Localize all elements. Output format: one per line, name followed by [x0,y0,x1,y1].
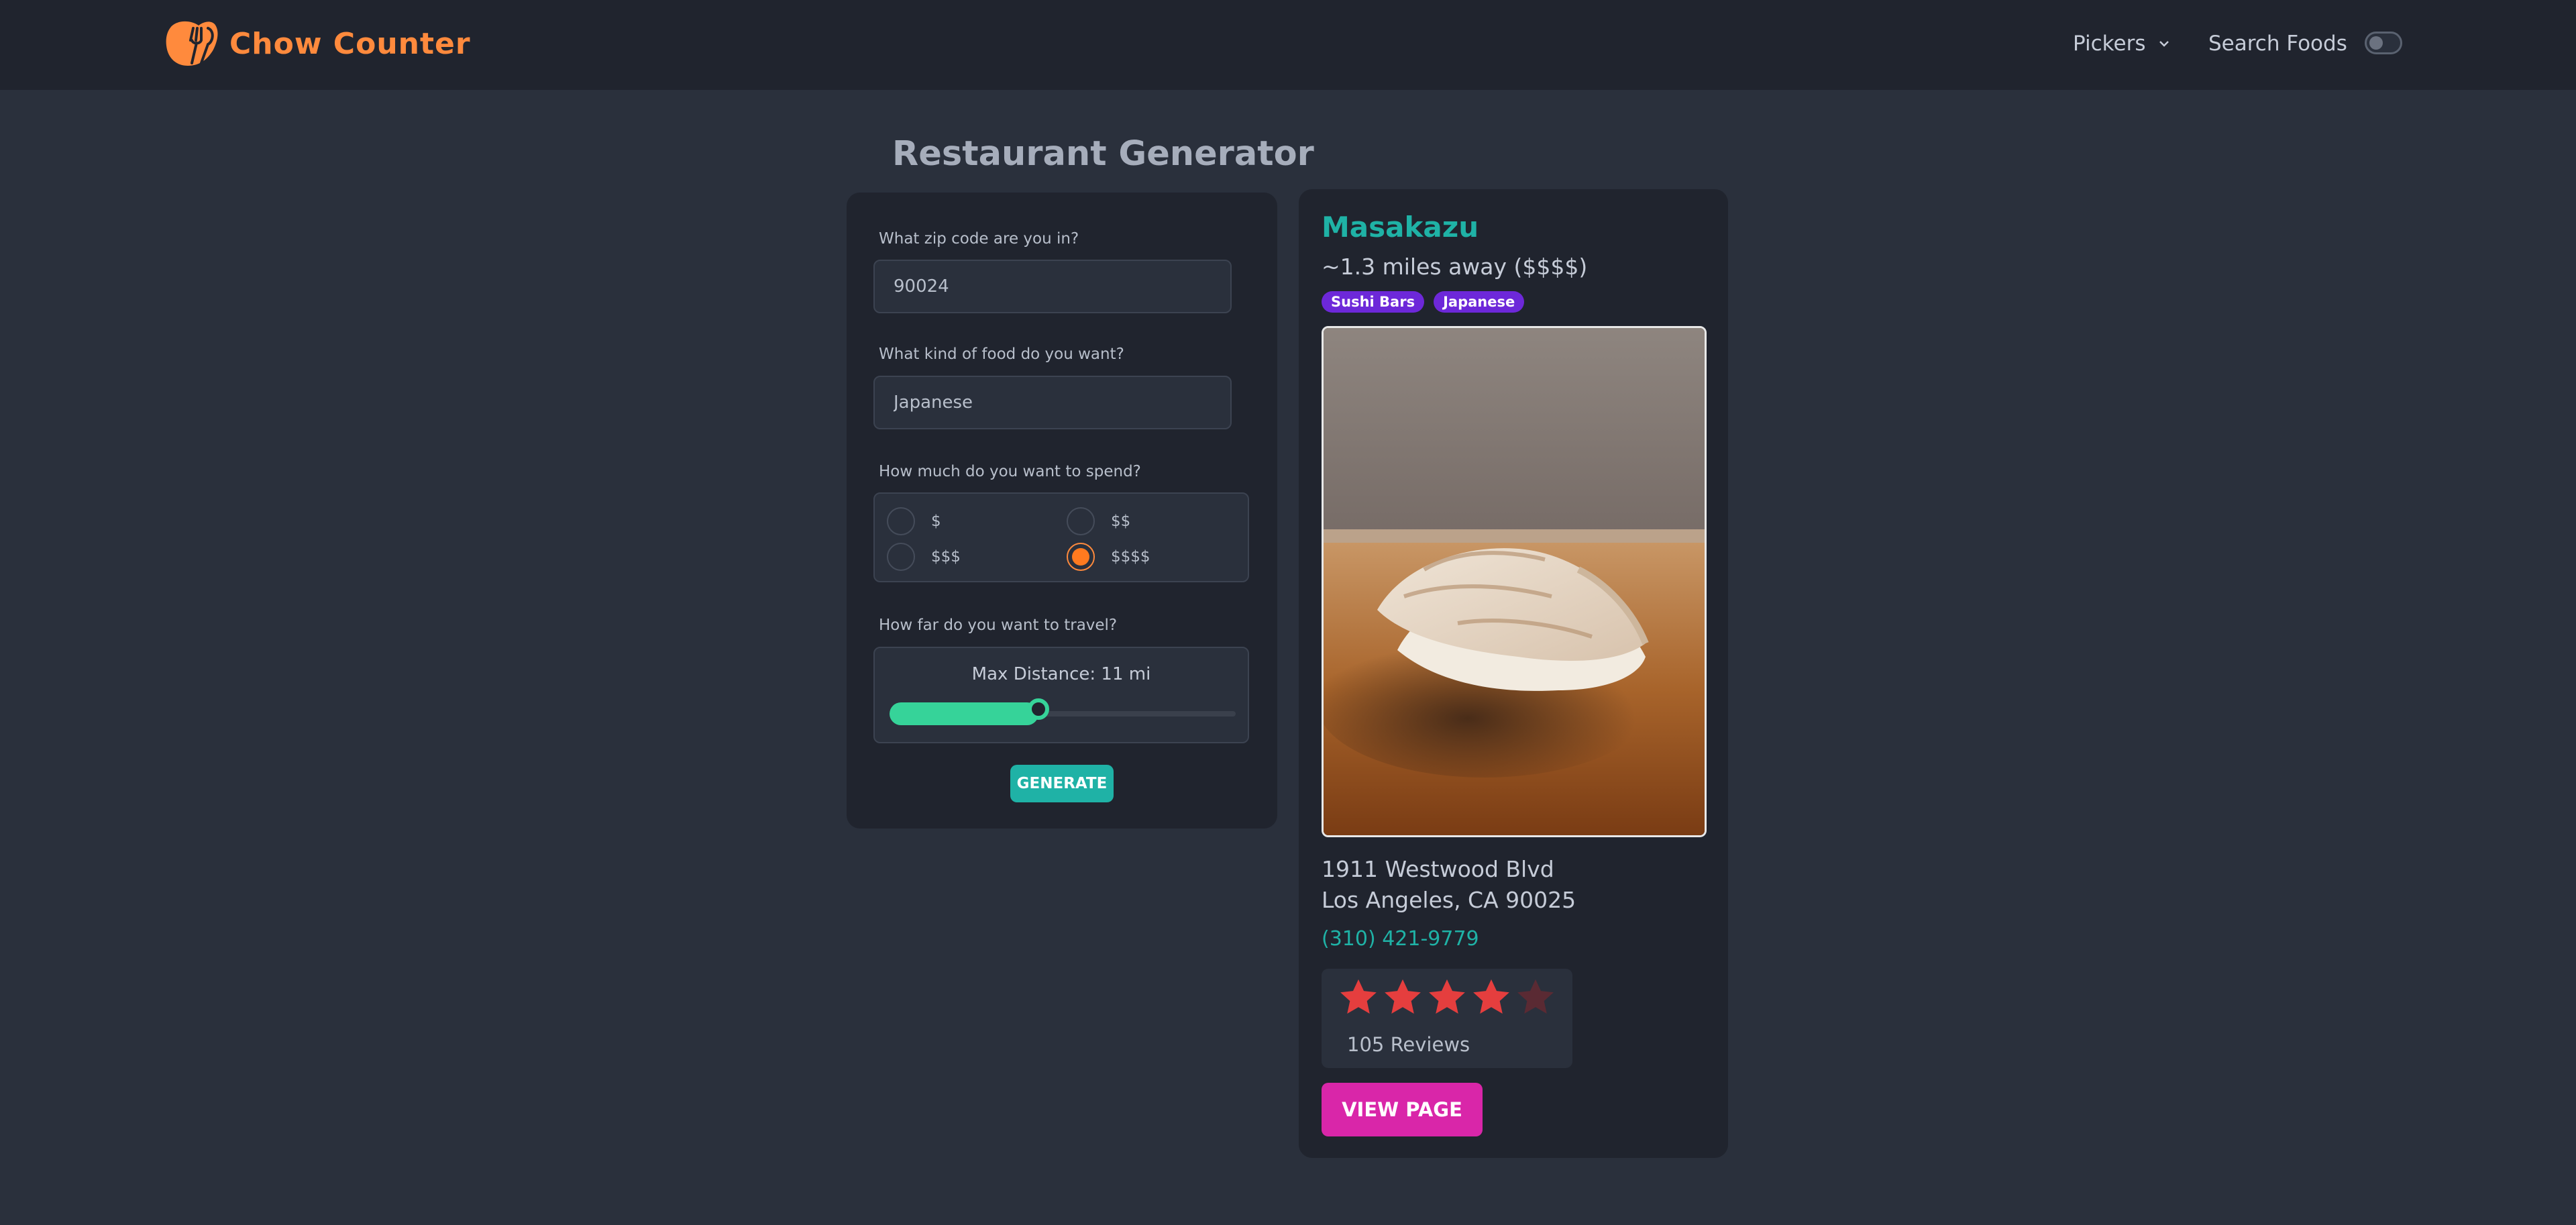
app-name: Chow Counter [229,26,471,61]
radio-button[interactable] [887,507,915,535]
nav-pickers-menu[interactable]: Pickers [2073,28,2170,59]
distance-slider[interactable] [890,698,1236,725]
phone-link[interactable]: (310) 421-9779 [1322,927,1479,951]
theme-toggle[interactable] [2365,32,2402,54]
food-input[interactable] [873,376,1232,429]
category-tag: Sushi Bars [1322,291,1425,313]
star-filled-icon [1385,979,1421,1014]
star-rating [1338,977,1556,1018]
generator-form: What zip code are you in? What kind of f… [847,193,1277,829]
restaurant-photo [1322,326,1707,837]
slider-thumb[interactable] [1027,698,1049,720]
price-option-label: $$$ [931,548,961,566]
price-radio-group: $ $$ $$$ $$$$ [873,492,1249,582]
chevron-down-icon [2159,41,2169,47]
distance-box: Max Distance: 11 mi [873,647,1249,743]
price-option-3[interactable]: $$$ [887,543,961,571]
food-label: What kind of food do you want? [879,345,1124,363]
logo-icon [166,21,218,66]
price-option-1[interactable]: $ [887,507,941,535]
category-tag: Japanese [1434,291,1525,313]
sushi-photo-image [1324,328,1705,835]
slider-fill [890,702,1038,725]
restaurant-result-card: Masakazu ~1.3 miles away ($$$$) Sushi Ba… [1299,189,1728,1158]
zip-label: What zip code are you in? [879,230,1079,248]
price-option-label: $ [931,513,941,530]
star-filled-icon [1429,979,1465,1014]
toggle-knob [2369,36,2383,50]
radio-button[interactable] [887,543,915,571]
distance-label: How far do you want to travel? [879,617,1118,634]
zip-input[interactable] [873,260,1232,313]
restaurant-distance: ~1.3 miles away ($$$$) [1322,254,1588,280]
nav-search-foods-link[interactable]: Search Foods [2208,28,2347,59]
radio-button[interactable] [1067,507,1095,535]
max-distance-readout: Max Distance: 11 mi [971,664,1151,684]
star-filled-icon [1340,979,1377,1014]
generate-button[interactable]: GENERATE [1010,765,1114,802]
address-line-2: Los Angeles, CA 90025 [1322,887,1576,913]
navbar: Chow Counter Pickers Search Foods [0,0,2576,90]
radio-button-selected[interactable] [1067,543,1095,571]
address-line-1: 1911 Westwood Blvd [1322,856,1554,882]
category-tags: Sushi Bars Japanese [1322,291,1525,313]
price-option-label: $$ [1111,513,1131,530]
review-count: 105 Reviews [1347,1033,1470,1056]
price-option-label: $$$$ [1111,548,1150,566]
restaurant-name: Masakazu [1322,211,1479,244]
nav-pickers-label: Pickers [2073,32,2146,56]
price-option-4[interactable]: $$$$ [1067,543,1150,571]
price-option-2[interactable]: $$ [1067,507,1130,535]
price-label: How much do you want to spend? [879,463,1141,480]
nav-search-label: Search Foods [2208,32,2347,56]
page-title: Restaurant Generator [892,134,1314,174]
rating-box: 105 Reviews [1322,969,1572,1068]
view-page-button[interactable]: VIEW PAGE [1322,1083,1483,1136]
star-empty-icon [1517,979,1554,1014]
star-filled-icon [1473,979,1509,1014]
logo[interactable]: Chow Counter [164,19,471,68]
